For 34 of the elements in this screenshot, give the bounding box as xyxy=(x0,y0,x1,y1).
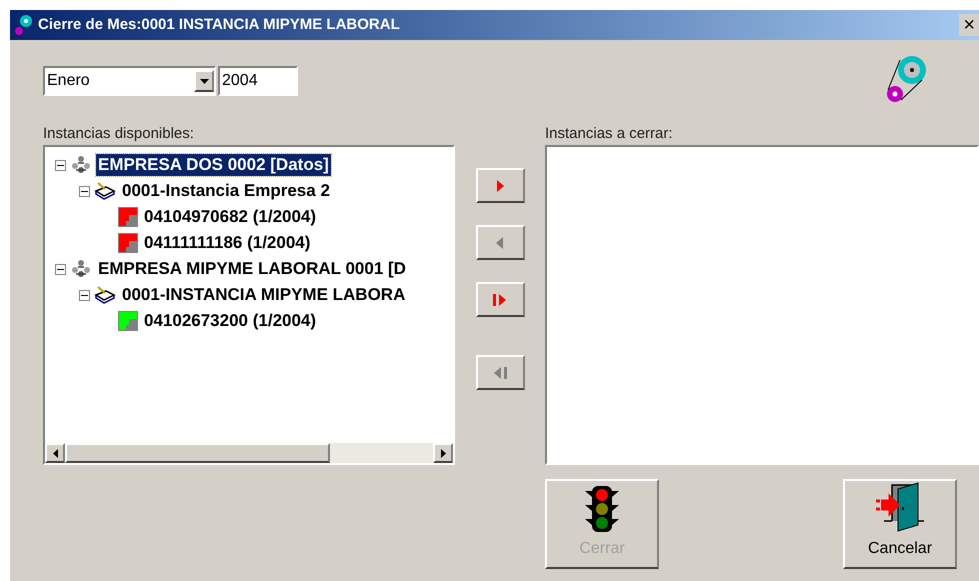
left-arrow-icon xyxy=(495,236,505,250)
move-button[interactable] xyxy=(476,168,524,203)
month-dropdown[interactable]: Enero xyxy=(43,66,216,96)
section-label: Instancias a cerrar: xyxy=(545,124,674,144)
right-arrow-icon xyxy=(495,178,505,192)
tree-item[interactable]: 0001-INSTANCIA MIPYME LABORA xyxy=(120,284,408,306)
folder-pencil-icon xyxy=(94,182,116,200)
left-arrow-icon xyxy=(52,448,58,458)
expand-toggle[interactable] xyxy=(55,264,66,274)
exit-door-icon xyxy=(876,481,924,533)
gears-icon xyxy=(14,14,34,36)
tree-item[interactable]: 04102673200 (1/2004) xyxy=(142,310,318,332)
expand-toggle[interactable] xyxy=(79,186,90,196)
year-field[interactable]: 2004 xyxy=(218,66,298,96)
expand-toggle[interactable] xyxy=(79,290,90,300)
cancel-button[interactable]: Cancelar xyxy=(843,479,957,569)
tree-item[interactable]: EMPRESA DOS 0002 [Datos] xyxy=(96,154,331,176)
people-group-icon xyxy=(70,259,92,279)
tree-item[interactable]: 04111111186 (1/2004) xyxy=(142,232,312,254)
section-label: Instancias disponibles: xyxy=(43,124,195,144)
close-button[interactable]: × xyxy=(959,14,979,36)
right-arrow-bar-icon xyxy=(492,292,508,306)
left-arrow-bar-icon xyxy=(492,366,508,380)
tree-item[interactable]: 04104970682 (1/2004) xyxy=(142,206,318,228)
window-title: Cierre de Mes:0001 INSTANCIA MIPYME LABORAL xyxy=(38,14,400,35)
move-button[interactable] xyxy=(476,282,524,317)
right-arrow-icon xyxy=(440,448,446,458)
tree-item[interactable]: EMPRESA MIPYME LABORAL 0001 [D xyxy=(96,258,408,280)
people-group-icon xyxy=(70,155,92,175)
horizontal-scrollbar[interactable] xyxy=(45,443,453,463)
traffic-light-icon xyxy=(584,485,620,533)
expand-toggle[interactable] xyxy=(55,160,66,170)
tree-item[interactable]: 0001-Instancia Empresa 2 xyxy=(120,180,332,202)
folder-pencil-icon xyxy=(94,286,116,304)
